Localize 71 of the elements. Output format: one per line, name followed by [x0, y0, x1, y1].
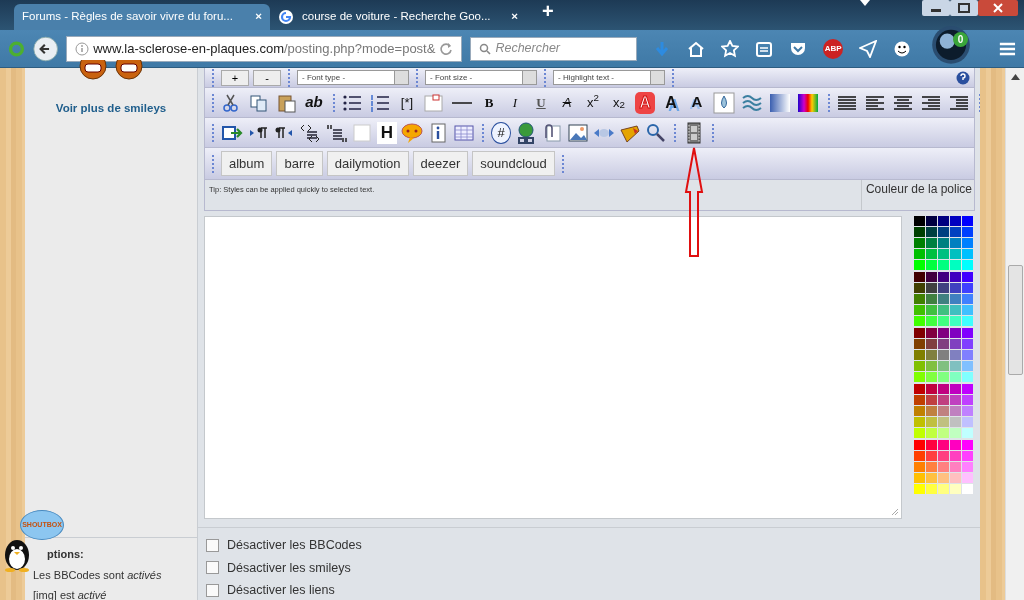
reload-icon[interactable]	[439, 41, 454, 56]
increase-button[interactable]: +	[221, 69, 249, 86]
scrollbar-thumb[interactable]	[1008, 265, 1023, 375]
checkbox[interactable]	[206, 561, 219, 575]
tab-title: course de voiture - Recherche Goo...	[302, 9, 492, 25]
format-button[interactable]: [*]	[397, 91, 417, 114]
decrease-button[interactable]: -	[253, 69, 281, 86]
reading-list-icon[interactable]	[755, 39, 774, 58]
star-icon[interactable]	[721, 39, 740, 58]
penguin-icon	[2, 538, 32, 572]
color-palette[interactable]	[914, 216, 973, 494]
dropdown-arrow-icon	[860, 0, 870, 6]
format-button[interactable]: B	[479, 91, 499, 114]
close-tab-button[interactable]: ×	[255, 8, 262, 26]
browser-tab[interactable]: course de voiture - Recherche Goo... ×	[270, 4, 526, 30]
close-button[interactable]	[978, 0, 1018, 16]
maximize-button[interactable]	[950, 0, 978, 16]
search-field[interactable]: Rechercher	[470, 36, 638, 61]
adblock-button[interactable]: ABP	[823, 38, 844, 59]
scroll-up-icon[interactable]	[1011, 74, 1020, 80]
smiley-icon[interactable]	[893, 39, 912, 58]
format-button[interactable]: ab	[304, 91, 324, 114]
options-line: Les BBCodes sont activés	[33, 567, 163, 583]
smileys-link[interactable]: Voir plus de smileys	[25, 100, 197, 118]
format-button[interactable]: I	[505, 91, 525, 114]
speech-bubble-icon[interactable]	[401, 121, 423, 144]
format-button[interactable]: #	[491, 121, 511, 144]
bbcode-button[interactable]: deezer	[412, 150, 469, 177]
dropdown[interactable]: - Font size -	[425, 70, 537, 85]
checkbox-label: Désactiver les BBCodes	[227, 536, 362, 554]
minimize-button[interactable]	[922, 0, 950, 16]
bbcode-button[interactable]: album	[221, 150, 273, 177]
checkbox[interactable]	[206, 584, 219, 598]
send-icon[interactable]	[859, 39, 878, 58]
info-icon	[75, 41, 90, 56]
url-text: www.la-sclerose-en-plaques.com/posting.php?mode=post&	[93, 39, 436, 58]
bbcode-button[interactable]: dailymotion	[326, 150, 409, 177]
format-button[interactable]: U	[531, 91, 551, 114]
close-tab-button[interactable]: ×	[511, 8, 518, 26]
format-button[interactable]: x$^{2}$	[583, 91, 603, 114]
checkbox-label: Désactiver les smileys	[227, 559, 351, 577]
browser-tab[interactable]: Forums - Règles de savoir vivre du foru... ×	[14, 4, 270, 30]
checkbox-label: Désactiver les liens	[227, 582, 335, 600]
options-heading: ptions:	[46, 547, 85, 562]
page-icon[interactable]	[423, 91, 445, 114]
tab-title: Forums - Règles de savoir vivre du foru...	[22, 9, 234, 25]
magnifier-icon[interactable]	[645, 121, 667, 144]
bbcode-button[interactable]: soundcloud	[472, 150, 555, 177]
new-tab-button[interactable]: +	[542, 0, 554, 26]
globe-link-icon[interactable]	[515, 121, 537, 144]
format-button[interactable]: A	[557, 91, 577, 114]
bbcode-link[interactable]: BBCodes	[53, 568, 101, 581]
format-button[interactable]: A	[661, 91, 681, 114]
search-icon	[479, 42, 492, 55]
google-icon	[278, 9, 294, 25]
address-bar[interactable]: www.la-sclerose-en-plaques.com/posting.php?mode=post&	[66, 35, 463, 62]
dropdown[interactable]: - Font type -	[297, 70, 409, 85]
resize-grip-icon	[891, 507, 899, 516]
checkbox[interactable]	[206, 538, 219, 552]
help-icon[interactable]	[956, 70, 970, 85]
gradient-icon[interactable]	[769, 91, 791, 114]
format-button[interactable]: H	[377, 121, 397, 144]
picture-icon[interactable]	[567, 121, 589, 144]
format-button[interactable]: A	[687, 91, 707, 114]
drop-icon[interactable]	[713, 91, 735, 114]
rainbow-icon[interactable]	[797, 91, 819, 114]
bbcode-button[interactable]: barre	[276, 150, 323, 177]
format-button[interactable]: x$_{2}$	[609, 91, 629, 114]
color-label: Couleur de la police	[860, 180, 974, 210]
dropdown[interactable]: - Highlight text -	[553, 70, 665, 85]
home-icon[interactable]	[687, 39, 706, 58]
